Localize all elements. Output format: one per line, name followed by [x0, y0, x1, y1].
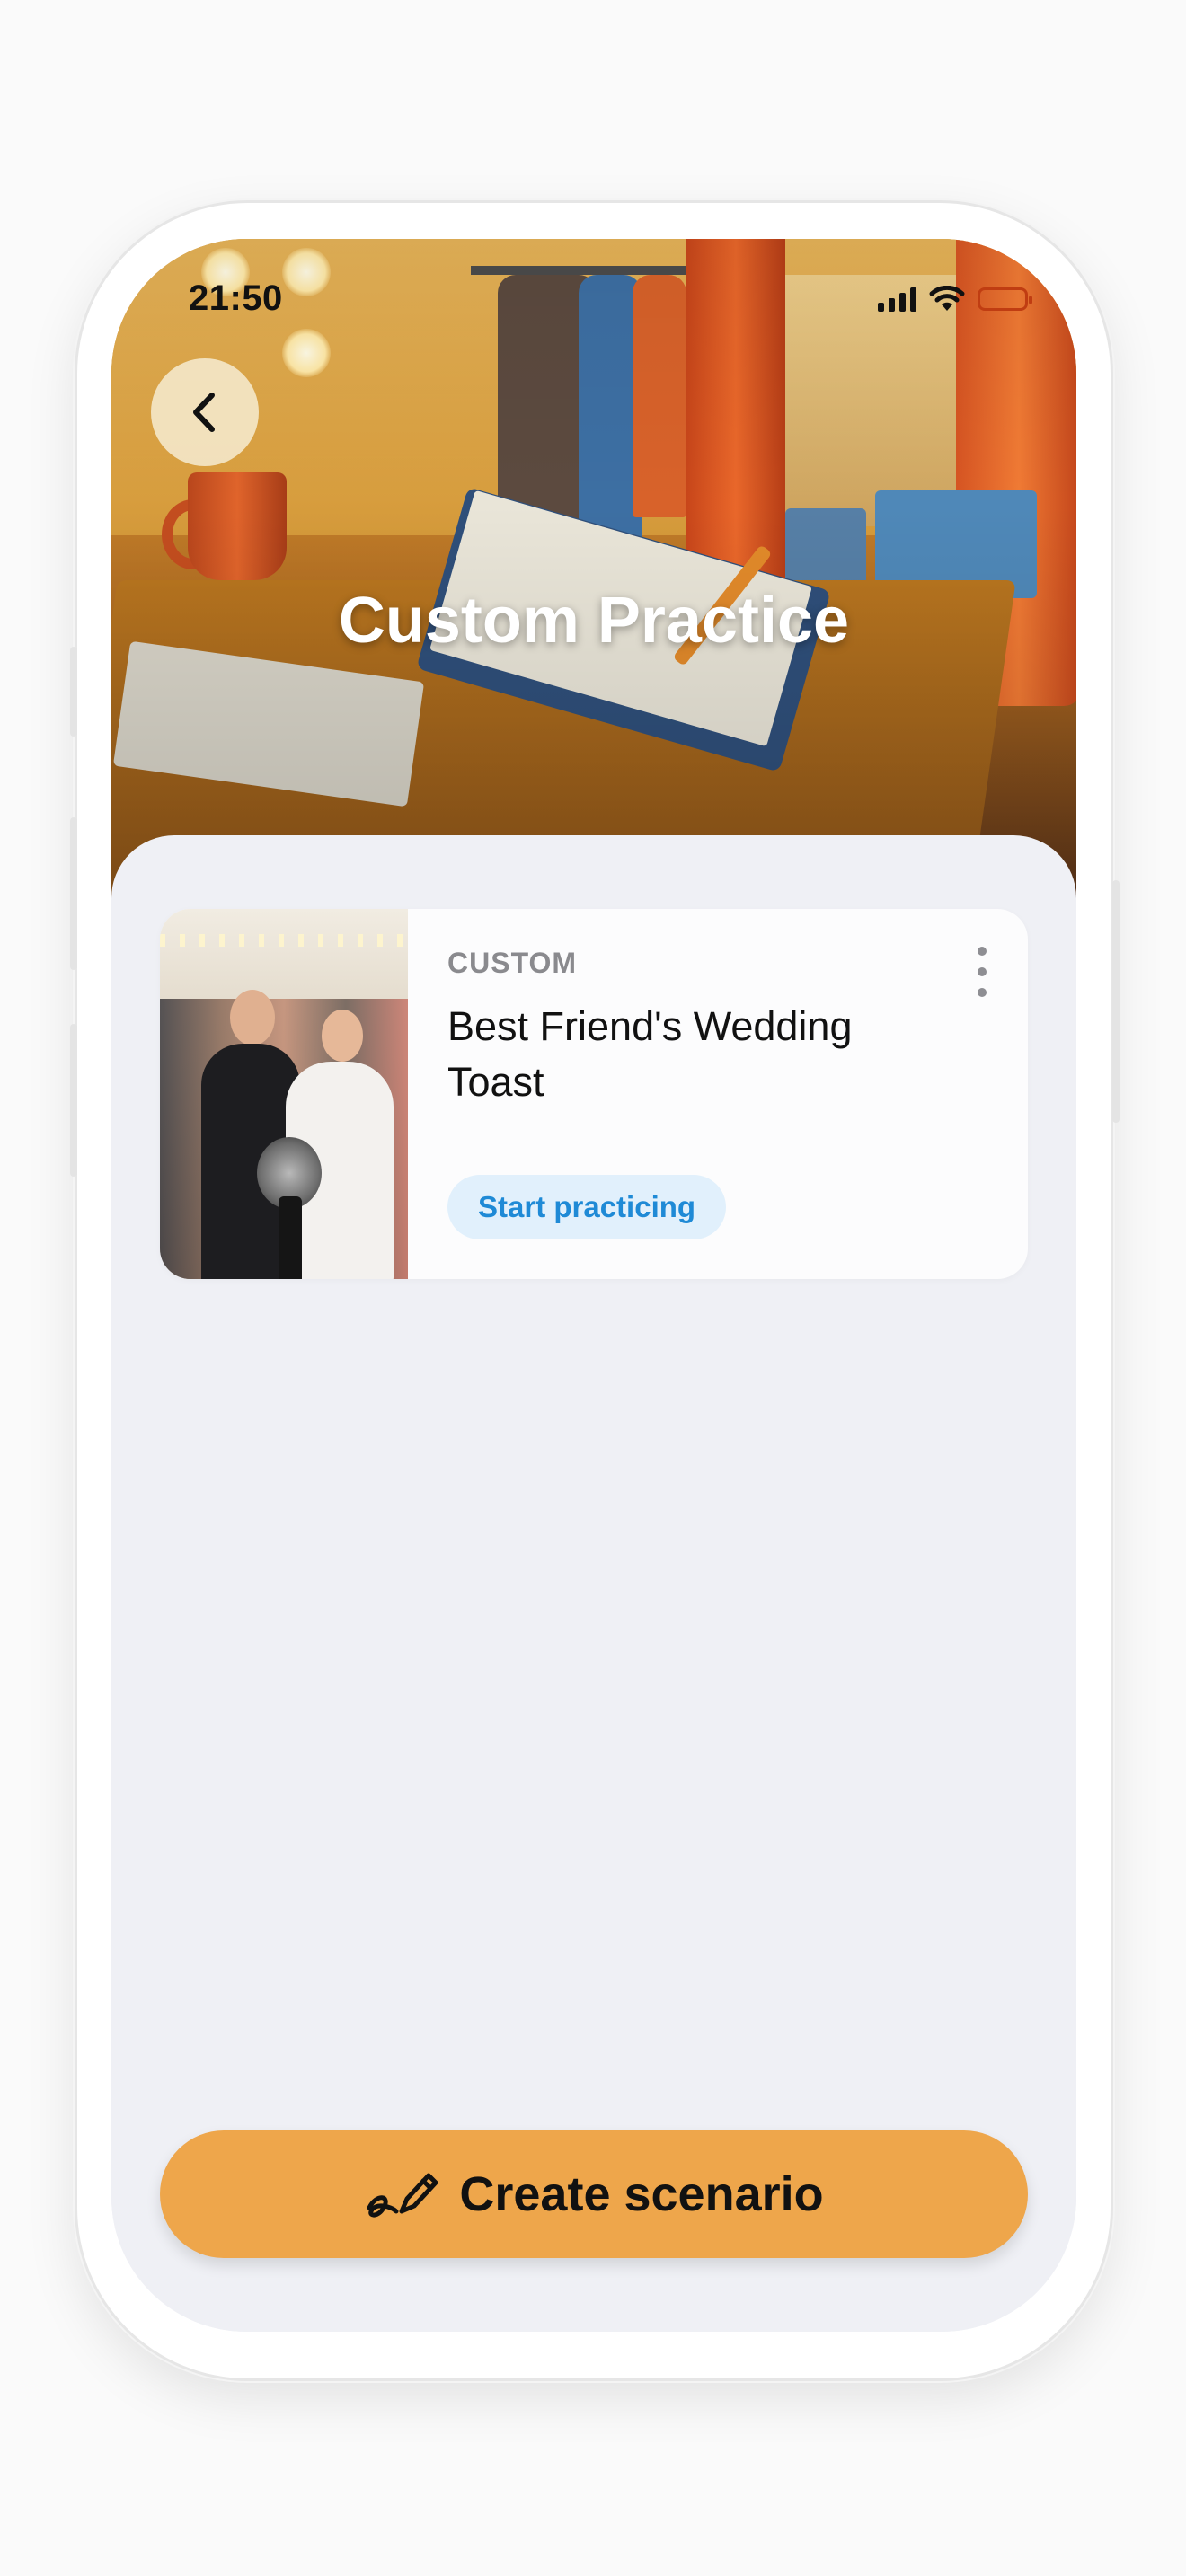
side-button-volume-up [70, 817, 77, 970]
status-time: 21:50 [189, 278, 283, 318]
side-button-volume-down [70, 1024, 77, 1177]
wifi-icon [929, 286, 965, 311]
scenario-tag: CUSTOM [447, 947, 578, 979]
scenario-image [160, 909, 408, 1279]
create-scenario-button[interactable]: Create scenario [160, 2130, 1028, 2258]
battery-icon [978, 287, 1032, 311]
app-screen: 21:50 Custom Practice CUSTOM Best Friend… [111, 239, 1076, 2332]
scenario-title: Best Friend's Wedding Toast [447, 1003, 853, 1105]
side-button-mute [70, 647, 77, 737]
header-illustration [111, 239, 1076, 904]
chevron-left-icon [193, 393, 215, 432]
status-icons [878, 286, 1032, 313]
scenario-card[interactable]: CUSTOM Best Friend's Wedding Toast Start… [160, 909, 1028, 1279]
side-button-power [1112, 880, 1120, 1123]
cellular-signal-icon [878, 287, 916, 312]
start-practicing-button[interactable]: Start practicing [447, 1175, 727, 1239]
create-scenario-label: Create scenario [459, 2167, 824, 2221]
back-button[interactable] [151, 358, 259, 466]
more-vertical-icon[interactable] [969, 947, 996, 997]
page-title: Custom Practice [338, 585, 850, 657]
pen-scribble-icon [367, 2173, 438, 2218]
